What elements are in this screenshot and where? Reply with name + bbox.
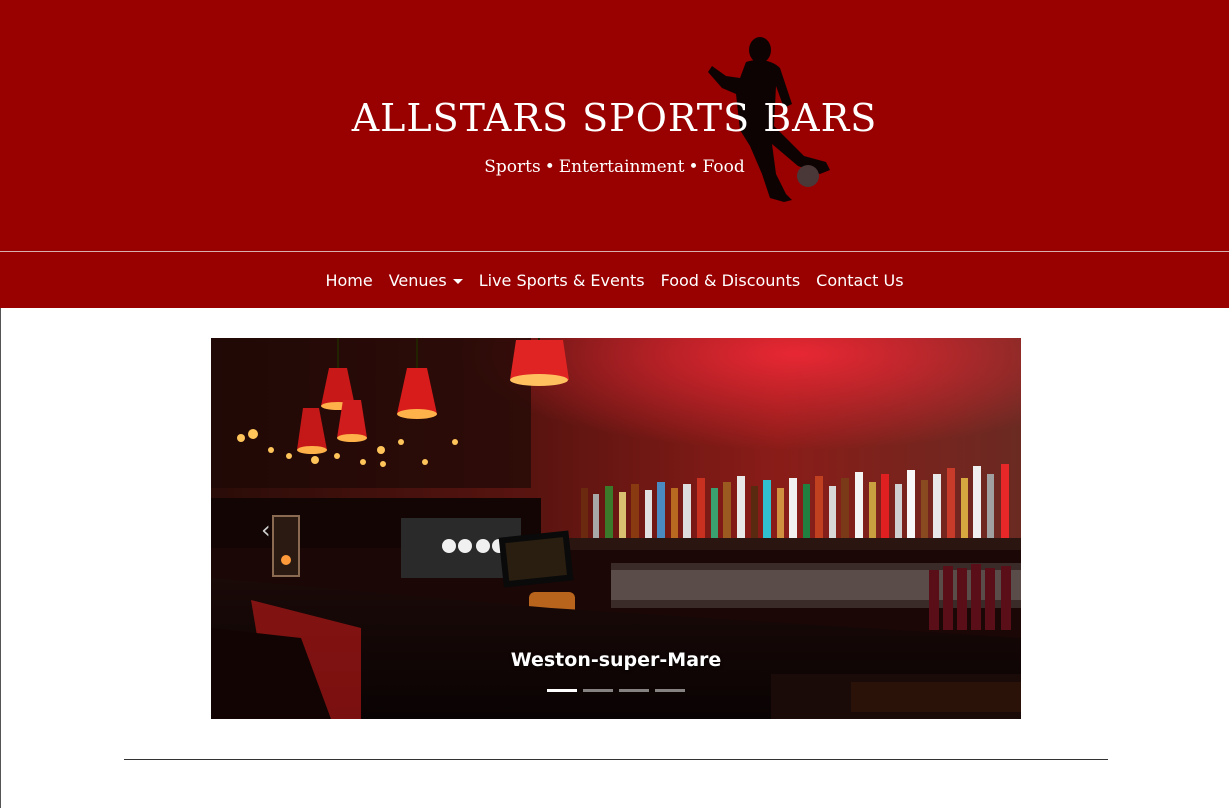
tagline-separator: •: [688, 157, 699, 177]
carousel-indicator[interactable]: [583, 689, 613, 692]
nav-home[interactable]: Home: [317, 271, 380, 290]
carousel-indicator[interactable]: [655, 689, 685, 692]
tagline: Sports • Entertainment • Food: [0, 157, 1229, 177]
nav-venues-dropdown[interactable]: Venues: [381, 271, 471, 290]
nav-venues-label: Venues: [388, 270, 447, 290]
tagline-separator: •: [544, 157, 555, 177]
main-navbar: Home Venues Live Sports & Events Food & …: [0, 252, 1229, 308]
carousel-prev-button[interactable]: ‹: [261, 516, 271, 544]
tagline-entertainment: Entertainment: [558, 157, 685, 177]
venue-carousel: ‹ Weston-super-Mare: [211, 338, 1021, 719]
section-divider: [124, 759, 1108, 760]
chevron-down-icon: [452, 278, 463, 284]
tagline-sports: Sports: [484, 157, 541, 177]
nav-live-sports-events[interactable]: Live Sports & Events: [471, 271, 653, 290]
carousel-indicators: [547, 689, 685, 692]
carousel-indicator[interactable]: [619, 689, 649, 692]
carousel-caption: Weston-super-Mare: [510, 649, 722, 671]
carousel-indicator[interactable]: [547, 689, 577, 692]
site-title: ALLSTARS SPORTS BARS: [351, 96, 878, 140]
site-header: ALLSTARS SPORTS BARS Sports • Entertainmen…: [0, 0, 1229, 251]
nav-contact-us[interactable]: Contact Us: [808, 271, 911, 290]
nav-food-discounts[interactable]: Food & Discounts: [653, 271, 809, 290]
tagline-food: Food: [702, 157, 745, 177]
